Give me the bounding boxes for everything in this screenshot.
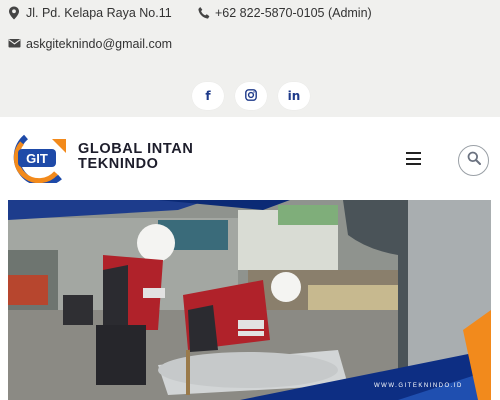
hero-banner[interactable]: WWW.GITEKNINDO.ID [8,200,491,400]
address-text: Jl. Pd. Kelapa Raya No.11 [26,6,172,20]
instagram-icon [245,88,257,104]
search-button[interactable] [458,145,489,176]
hero-photo [8,200,491,400]
facebook-icon: f [205,89,211,103]
phone-icon [197,6,211,20]
address-info: Jl. Pd. Kelapa Raya No.11 [8,6,172,20]
phone-info[interactable]: +62 822-5870-0105 (Admin) [197,6,372,20]
brand-name[interactable]: GLOBAL INTAN TEKNINDO [78,142,193,172]
menu-toggle-button[interactable] [406,152,421,165]
social-links: f in [192,82,310,110]
top-info-bar: Jl. Pd. Kelapa Raya No.11 +62 822-5870-0… [0,0,500,117]
logo-text: GIT [26,151,48,166]
linkedin-button[interactable]: in [278,82,310,110]
instagram-button[interactable] [235,82,267,110]
hamburger-icon [406,152,421,154]
email-text: askgiteknindo@gmail.com [26,37,173,51]
linkedin-icon: in [287,89,301,103]
envelope-icon [8,37,22,51]
phone-text: +62 822-5870-0105 (Admin) [215,6,372,20]
email-info[interactable]: askgiteknindo@gmail.com [8,37,172,51]
map-pin-icon [8,6,22,20]
hero-website-caption: WWW.GITEKNINDO.ID [374,383,463,389]
brand-line-1: GLOBAL INTAN [78,141,194,157]
search-icon [467,151,481,170]
brand-line-2: TEKNINDO [78,156,159,172]
site-header: GIT GLOBAL INTAN TEKNINDO [0,117,500,200]
facebook-button[interactable]: f [192,82,224,110]
company-logo[interactable]: GIT [8,133,70,187]
